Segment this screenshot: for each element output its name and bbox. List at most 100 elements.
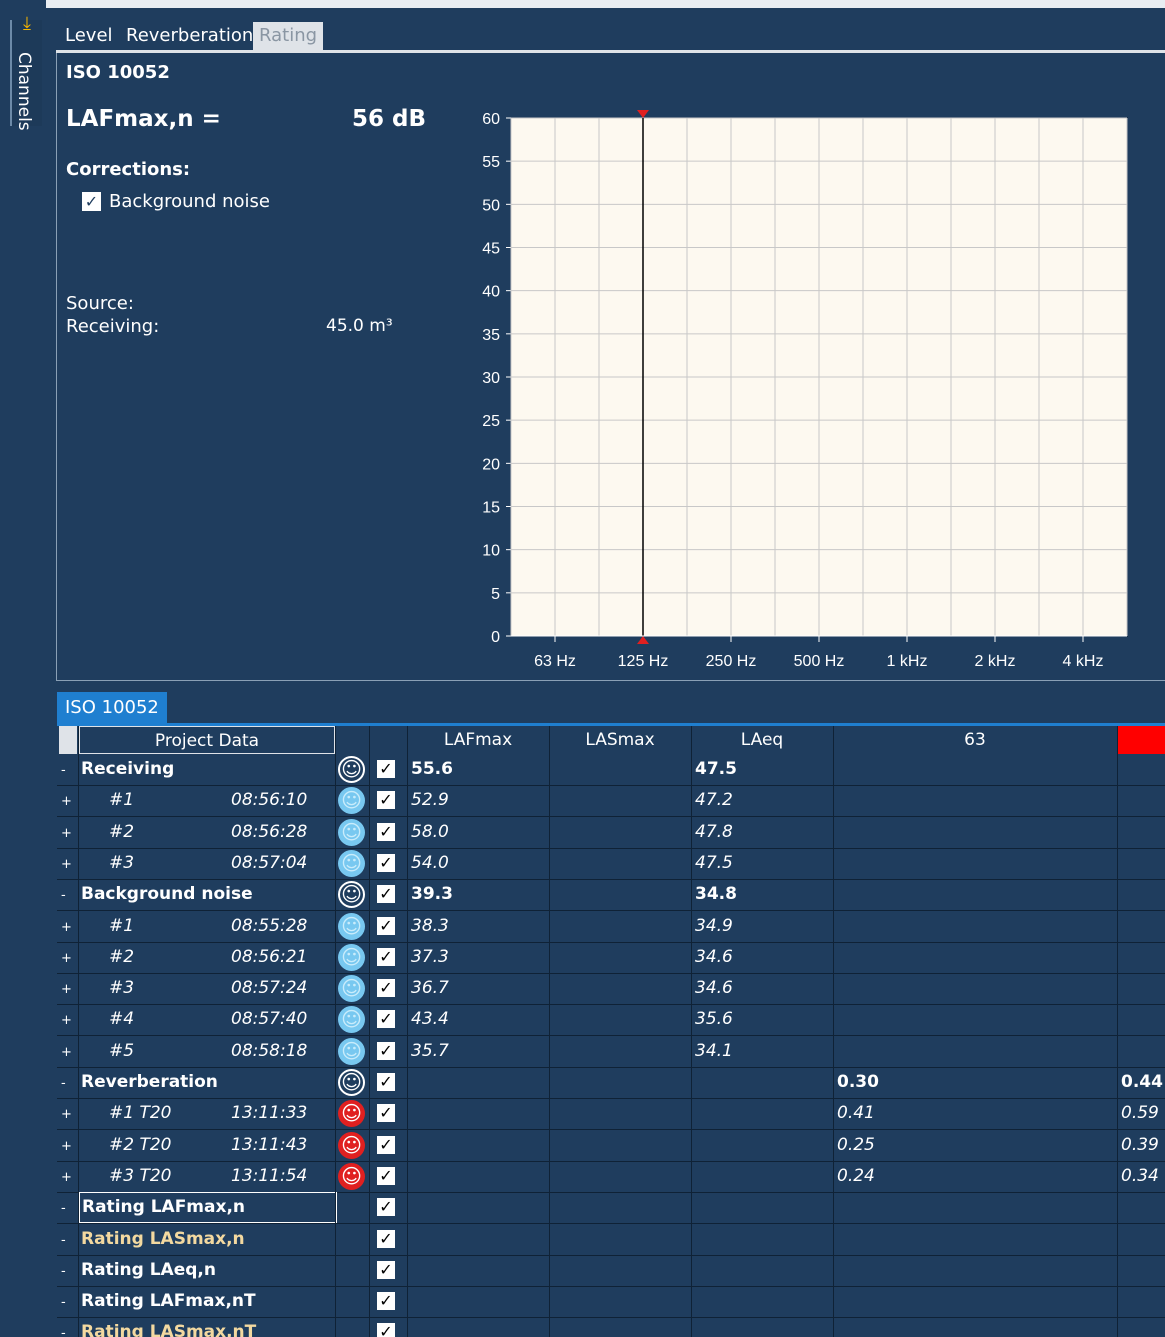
table-row[interactable]: - Rating LAFmax,n ✓ — [57, 1192, 1165, 1225]
row-checkbox[interactable]: ✓ — [377, 1166, 395, 1185]
table-row[interactable]: - Rating LAeq,n ✓ — [57, 1255, 1165, 1287]
expand-icon[interactable]: + — [61, 817, 75, 848]
cell-c63: 0.30 — [837, 1072, 879, 1092]
column-divider — [335, 726, 336, 1337]
select-all-corner[interactable] — [59, 726, 77, 754]
row-checkbox[interactable]: ✓ — [377, 979, 395, 998]
collapse-icon[interactable]: - — [61, 879, 75, 910]
row-checkbox[interactable]: ✓ — [377, 1323, 395, 1337]
row-checkbox[interactable]: ✓ — [377, 1073, 395, 1091]
header-laeq[interactable]: LAeq — [691, 726, 833, 754]
cell-lafmax: 36.7 — [411, 978, 449, 999]
row-checkbox[interactable]: ✓ — [377, 1292, 395, 1311]
table-row[interactable]: + #3 08:57:24 ☺ ✓ 36.7 34.6 — [57, 973, 1165, 1006]
collapse-icon[interactable]: - — [61, 1192, 75, 1223]
expand-icon[interactable]: + — [61, 785, 75, 816]
collapse-icon[interactable]: - — [61, 1317, 75, 1337]
collapse-icon[interactable]: - — [61, 1067, 75, 1098]
download-arrow-icon[interactable]: ⤓ — [17, 14, 37, 34]
row-checkbox[interactable]: ✓ — [377, 1010, 395, 1029]
smiley-face-glyph: ☺ — [341, 819, 362, 844]
y-tick-label: 30 — [482, 370, 500, 387]
x-tick-label: 63 Hz — [534, 653, 576, 670]
tab-iso-10052[interactable]: ISO 10052 — [57, 692, 167, 723]
column-divider — [369, 726, 370, 1337]
corrections-label: Corrections: — [66, 159, 191, 180]
table-row[interactable]: - Rating LASmax,nT ✓ — [57, 1317, 1165, 1337]
cell-c63: 0.24 — [837, 1165, 875, 1186]
y-tick-label: 0 — [491, 629, 500, 646]
table-row[interactable]: + #2 08:56:28 ☺ ✓ 58.0 47.8 — [57, 817, 1165, 849]
row-name: #5 — [109, 1040, 135, 1061]
row-checkbox[interactable]: ✓ — [377, 791, 395, 810]
table-row[interactable]: + #1 T20 13:11:33 ☺ ✓ 0.41 0.59 — [57, 1098, 1165, 1131]
row-name: #1 T20 — [109, 1103, 172, 1124]
table-row[interactable]: - Rating LASmax,n ✓ — [57, 1224, 1165, 1256]
table-row[interactable]: - Background noise ☺ ✓ 39.3 34.8 — [57, 879, 1165, 912]
collapse-icon[interactable]: - — [61, 754, 75, 785]
row-checkbox[interactable]: ✓ — [377, 947, 395, 966]
row-name: Receiving — [81, 759, 175, 779]
table-row[interactable]: + #3 08:57:04 ☺ ✓ 54.0 47.5 — [57, 848, 1165, 880]
row-checkbox[interactable]: ✓ — [377, 1041, 395, 1060]
collapse-icon[interactable]: - — [61, 1224, 75, 1255]
header-project-data[interactable]: Project Data — [79, 726, 335, 754]
cell-laeq: 34.6 — [695, 978, 733, 999]
side-rail — [0, 0, 46, 1337]
background-noise-label[interactable]: Background noise — [109, 191, 270, 212]
row-checkbox[interactable]: ✓ — [377, 822, 395, 841]
table-row[interactable]: + #2 T20 13:11:43 ☺ ✓ 0.25 0.39 — [57, 1130, 1165, 1162]
cell-lafmax: 37.3 — [411, 946, 449, 967]
row-name: Reverberation — [81, 1072, 218, 1092]
expand-icon[interactable]: + — [61, 1036, 75, 1067]
channels-label[interactable]: Channels — [14, 52, 34, 131]
collapse-icon[interactable]: - — [61, 1255, 75, 1286]
row-checkbox[interactable]: ✓ — [377, 885, 395, 904]
marker-top-triangle — [637, 110, 649, 118]
table-row[interactable]: + #1 08:56:10 ☺ ✓ 52.9 47.2 — [57, 785, 1165, 818]
row-checkbox[interactable]: ✓ — [377, 1229, 395, 1248]
expand-icon[interactable]: + — [61, 848, 75, 879]
cell-laeq: 34.9 — [695, 915, 733, 936]
header-63[interactable]: 63 — [833, 726, 1117, 754]
table-row[interactable]: - Rating LAFmax,nT ✓ — [57, 1286, 1165, 1319]
expand-icon[interactable]: + — [61, 1161, 75, 1192]
expand-icon[interactable]: + — [61, 1004, 75, 1035]
row-checkbox[interactable]: ✓ — [377, 1198, 395, 1217]
row-checkbox[interactable]: ✓ — [377, 1260, 395, 1279]
header-lasmax[interactable]: LASmax — [549, 726, 691, 754]
expand-icon[interactable]: + — [61, 973, 75, 1004]
tab-rating[interactable]: Rating — [253, 22, 324, 50]
row-time: 08:57:24 — [231, 978, 308, 999]
column-divider — [691, 726, 692, 1337]
smiley-face-glyph: ☺ — [341, 882, 362, 907]
row-checkbox[interactable]: ✓ — [377, 760, 395, 778]
x-tick-label: 2 kHz — [975, 653, 1016, 670]
expand-icon[interactable]: + — [61, 1098, 75, 1129]
expand-icon[interactable]: + — [61, 942, 75, 973]
row-checkbox[interactable]: ✓ — [377, 853, 395, 872]
background-noise-checkbox[interactable]: ✓ — [82, 192, 101, 211]
tab-level[interactable]: Level — [59, 22, 119, 50]
table-row[interactable]: + #3 T20 13:11:54 ☺ ✓ 0.24 0.34 — [57, 1161, 1165, 1193]
tab-reverberation[interactable]: Reverberation — [120, 22, 259, 50]
table-row[interactable]: - Reverberation ☺ ✓ 0.30 0.44 — [57, 1067, 1165, 1099]
expand-icon[interactable]: + — [61, 911, 75, 942]
table-row[interactable]: + #4 08:57:40 ☺ ✓ 43.4 35.6 — [57, 1004, 1165, 1037]
table-row[interactable]: + #1 08:55:28 ☺ ✓ 38.3 34.9 — [57, 911, 1165, 943]
table-row[interactable]: - Receiving ☺ ✓ 55.6 47.5 — [57, 754, 1165, 786]
row-checkbox[interactable]: ✓ — [377, 1135, 395, 1154]
standard-title: ISO 10052 — [66, 62, 170, 83]
red-smiley-icon: ☺ — [338, 1100, 365, 1128]
collapse-icon[interactable]: - — [61, 1286, 75, 1317]
x-tick-label: 125 Hz — [618, 653, 669, 670]
table-row[interactable]: + #5 08:58:18 ☺ ✓ 35.7 34.1 — [57, 1036, 1165, 1068]
row-checkbox[interactable]: ✓ — [377, 1104, 395, 1123]
red-smiley-icon: ☺ — [338, 1131, 365, 1159]
header-lafmax[interactable]: LAFmax — [407, 726, 549, 754]
column-divider — [1117, 726, 1118, 1337]
row-checkbox[interactable]: ✓ — [377, 916, 395, 935]
row-name: #3 — [109, 852, 135, 873]
expand-icon[interactable]: + — [61, 1130, 75, 1161]
table-row[interactable]: + #2 08:56:21 ☺ ✓ 37.3 34.6 — [57, 942, 1165, 974]
